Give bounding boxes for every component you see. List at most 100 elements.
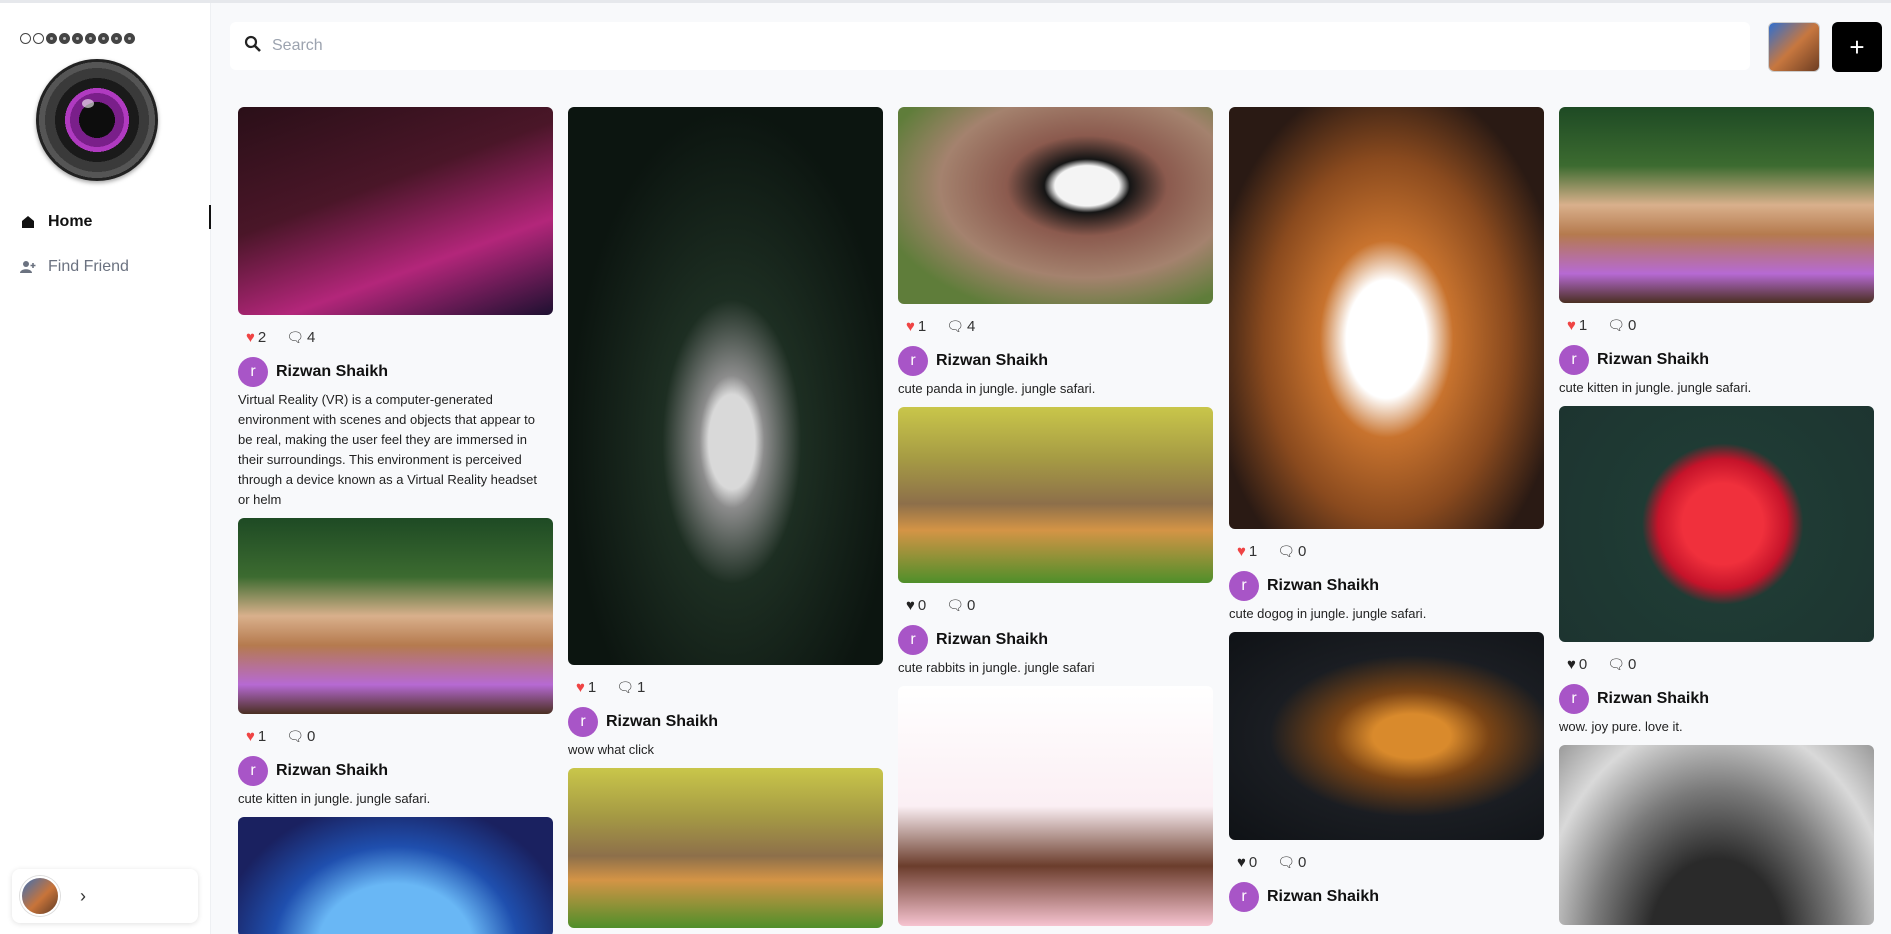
comment-icon: 🗨: [286, 727, 305, 744]
add-post-button[interactable]: +: [1832, 22, 1882, 72]
feed-column: ♥ 1 🗨 4 r Rizwan Shaikh cute panda in jungl…: [898, 107, 1213, 934]
comment-button[interactable]: 🗨 4: [946, 318, 975, 335]
post-image[interactable]: [898, 107, 1213, 304]
sidebar-nav: Home Find Friend: [0, 199, 211, 289]
like-button[interactable]: ♥ 1: [1567, 317, 1587, 334]
heart-icon: ♥: [1567, 316, 1576, 334]
post-author[interactable]: r Rizwan Shaikh: [238, 357, 553, 387]
post-card[interactable]: [238, 817, 553, 934]
author-name: Rizwan Shaikh: [276, 762, 389, 779]
sidebar-item-home[interactable]: Home: [0, 199, 211, 244]
post-card[interactable]: ♥ 1 🗨 1 r Rizwan Shaikh wow what click: [568, 107, 883, 760]
author-name: Rizwan Shaikh: [1597, 351, 1710, 368]
post-image[interactable]: [1229, 632, 1544, 840]
post-author[interactable]: r Rizwan Shaikh: [1229, 571, 1544, 601]
like-button[interactable]: ♥ 2: [246, 329, 266, 346]
comment-count: 4: [967, 317, 976, 335]
post-card[interactable]: ♥ 1 🗨 4 r Rizwan Shaikh cute panda in jungl…: [898, 107, 1213, 399]
post-card[interactable]: [568, 768, 883, 928]
post-image[interactable]: [898, 407, 1213, 583]
camera-lens-logo[interactable]: [36, 59, 158, 181]
post-author[interactable]: r Rizwan Shaikh: [568, 707, 883, 737]
post-card[interactable]: ♥ 0 🗨 0 r Rizwan Shaikh wow. joy pure. love…: [1559, 406, 1874, 737]
home-icon: [20, 214, 36, 230]
post-caption: cute rabbits in jungle. jungle safari: [898, 660, 1095, 675]
post-actions: ♥ 1 🗨 4: [898, 304, 1213, 338]
sidebar: Home Find Friend ›: [0, 3, 211, 934]
post-image[interactable]: [238, 107, 553, 315]
comment-icon: 🗨: [616, 678, 635, 695]
comment-icon: 🗨: [1607, 316, 1626, 333]
comment-icon: 🗨: [1607, 655, 1626, 672]
like-count: 1: [257, 727, 267, 745]
comment-button[interactable]: 🗨 0: [1277, 543, 1306, 560]
comment-count: 0: [1298, 542, 1307, 560]
like-button[interactable]: ♥ 0: [906, 597, 926, 614]
post-author[interactable]: r Rizwan Shaikh: [238, 756, 553, 786]
post-caption: Virtual Reality (VR) is a computer-gener…: [238, 392, 537, 507]
post-author[interactable]: r Rizwan Shaikh: [898, 346, 1213, 376]
post-card[interactable]: [1559, 745, 1874, 925]
avatar: r: [1229, 882, 1259, 912]
search-icon: [244, 35, 262, 58]
post-image[interactable]: [1559, 107, 1874, 303]
add-user-icon: [20, 259, 36, 275]
feed-column: ♥ 1 🗨 0 r Rizwan Shaikh cute kitten in jung…: [1559, 107, 1874, 933]
post-card[interactable]: ♥ 0 🗨 0 r Rizwan Shaikh cute rabbits in jun…: [898, 407, 1213, 678]
like-button[interactable]: ♥ 1: [906, 318, 926, 335]
author-name: Rizwan Shaikh: [936, 352, 1049, 369]
comment-button[interactable]: 🗨 1: [616, 679, 645, 696]
heart-icon: ♥: [906, 317, 915, 335]
post-author[interactable]: r Rizwan Shaikh: [1229, 882, 1544, 912]
comment-button[interactable]: 🗨 0: [946, 597, 975, 614]
post-image[interactable]: [238, 518, 553, 714]
logo-dots: [20, 33, 135, 44]
sidebar-item-label: Find Friend: [48, 257, 129, 275]
post-card[interactable]: ♥ 1 🗨 0 r Rizwan Shaikh cute kitten in jung…: [1559, 107, 1874, 398]
like-button[interactable]: ♥ 1: [1237, 543, 1257, 560]
post-card[interactable]: ♥ 0 🗨 0 r Rizwan Shaikh: [1229, 632, 1544, 912]
like-button[interactable]: ♥ 0: [1567, 656, 1587, 673]
chevron-right-icon: ›: [80, 885, 86, 906]
like-button[interactable]: ♥ 1: [246, 728, 266, 745]
like-count: 0: [1578, 655, 1588, 673]
post-card[interactable]: ♥ 1 🗨 0 r Rizwan Shaikh cute dogog in jungl…: [1229, 107, 1544, 624]
post-author[interactable]: r Rizwan Shaikh: [1559, 684, 1874, 714]
post-card[interactable]: [898, 686, 1213, 926]
heart-icon: ♥: [1567, 655, 1576, 673]
comment-button[interactable]: 🗨 0: [1607, 656, 1636, 673]
heart-icon: ♥: [246, 727, 255, 745]
comment-button[interactable]: 🗨 0: [1607, 317, 1636, 334]
dot-icon: [33, 33, 44, 44]
post-image[interactable]: [898, 686, 1213, 926]
avatar[interactable]: [1768, 22, 1820, 72]
post-image[interactable]: [238, 817, 553, 934]
post-author[interactable]: r Rizwan Shaikh: [898, 625, 1213, 655]
post-image[interactable]: [568, 107, 883, 665]
dot-icon: [59, 33, 70, 44]
sidebar-item-find-friend[interactable]: Find Friend: [0, 244, 211, 289]
user-profile-menu[interactable]: ›: [12, 869, 198, 923]
comment-count: 0: [1628, 655, 1637, 673]
top-border: [0, 0, 1891, 3]
comment-count: 1: [637, 678, 646, 696]
search-input[interactable]: [272, 37, 1672, 55]
author-name: Rizwan Shaikh: [1597, 690, 1710, 707]
post-image[interactable]: [1229, 107, 1544, 529]
like-button[interactable]: ♥ 0: [1237, 854, 1257, 871]
comment-icon: 🗨: [946, 317, 965, 334]
post-author[interactable]: r Rizwan Shaikh: [1559, 345, 1874, 375]
avatar: r: [898, 625, 928, 655]
comment-button[interactable]: 🗨 0: [286, 728, 315, 745]
post-image[interactable]: [1559, 406, 1874, 642]
post-actions: ♥ 1 🗨 0: [238, 714, 553, 748]
like-button[interactable]: ♥ 1: [576, 679, 596, 696]
post-image[interactable]: [568, 768, 883, 928]
post-caption: cute kitten in jungle. jungle safari.: [238, 791, 431, 806]
post-card[interactable]: ♥ 1 🗨 0 r Rizwan Shaikh cute kitten in jung…: [238, 518, 553, 809]
post-actions: ♥ 1 🗨 0: [1229, 529, 1544, 563]
comment-button[interactable]: 🗨 4: [286, 329, 315, 346]
post-card[interactable]: ♥ 2 🗨 4 r Rizwan Shaikh Virtual Reality (VR…: [238, 107, 553, 510]
comment-button[interactable]: 🗨 0: [1277, 854, 1306, 871]
post-image[interactable]: [1559, 745, 1874, 925]
